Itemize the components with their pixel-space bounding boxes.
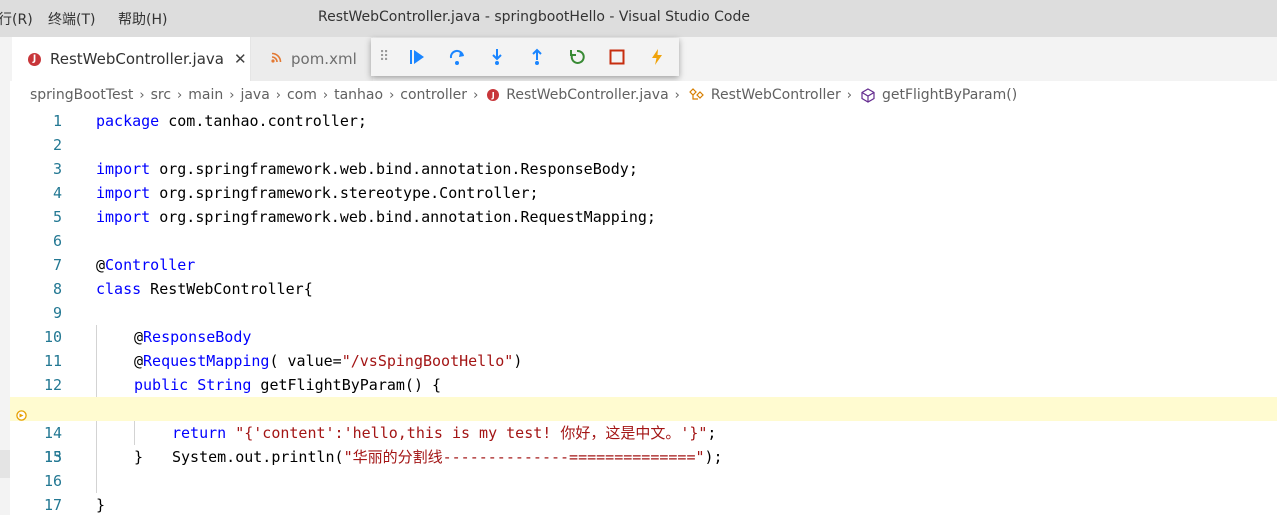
chevron-right-icon: › [846,87,852,103]
current-debug-line: 13 System.out.println("华丽的分割线------------… [10,397,1277,466]
debug-breakpoint-arrow-icon[interactable] [16,404,27,421]
line-number: 16 [43,472,62,490]
breadcrumb-item[interactable]: springBootTest [10,87,136,103]
hot-code-replace-icon[interactable] [637,38,677,76]
tab-restwebcontroller[interactable]: J RestWebController.java ✕ [12,37,251,81]
java-file-icon: J [28,52,41,66]
code-line: 16 [10,469,1277,493]
chevron-right-icon: › [322,87,329,103]
continue-icon[interactable] [397,38,437,76]
line-number: 4 [52,184,62,202]
line-number: 10 [43,328,62,346]
breadcrumb-item[interactable]: getFlightByParam() [879,87,1020,103]
chevron-right-icon: › [177,87,183,103]
code-line: 11 @RequestMapping( value="/vsSpingBootHe… [10,349,1277,373]
window-title: RestWebController.java - springbootHello… [318,9,750,25]
java-file-icon: J [487,89,500,101]
menu-terminal[interactable]: 终端(T) [48,9,95,29]
line-number: 8 [52,280,62,298]
line-number: 9 [52,304,62,322]
line-number: 12 [43,376,62,394]
class-symbol-icon [689,88,704,102]
line-number: 7 [52,256,62,274]
breadcrumb-item[interactable]: com [284,87,320,103]
code-line: 4 import org.springframework.stereotype.C… [10,181,1277,205]
step-out-icon[interactable] [517,38,557,76]
drag-grip-icon[interactable]: ⠿ [379,49,397,65]
breadcrumb: springBootTest › src › main › java › com › ta… [10,81,1277,109]
tab-pom-xml[interactable]: pom.xml [251,37,373,81]
chevron-right-icon: › [473,87,479,103]
tab-label: pom.xml [291,50,357,68]
chevron-right-icon: › [229,87,235,103]
menu-run[interactable]: 行(R) [0,9,33,29]
code-line: 1 package com.tanhao.controller; [10,109,1277,133]
breadcrumb-item[interactable]: tanhao [331,87,386,103]
chevron-right-icon: › [275,87,281,103]
step-over-icon[interactable] [437,38,477,76]
stop-icon[interactable] [597,38,637,76]
code-line: 9 [10,301,1277,325]
code-editor[interactable]: 1 package com.tanhao.controller; 2 3 impor… [10,109,1277,515]
line-number: 6 [52,232,62,250]
chevron-right-icon: › [389,87,395,103]
close-icon[interactable]: ✕ [234,50,247,68]
line-number: 14 [43,424,62,442]
title-bar: 行(R) 终端(T) 帮助(H) RestWebController.java … [0,0,1277,37]
code-line: 12 public String getFlightByParam() { [10,373,1277,397]
line-number: 17 [43,496,62,514]
side-marker [0,450,10,478]
code-line: 6 [10,229,1277,253]
line-number: 5 [52,208,62,226]
chevron-right-icon: › [139,87,145,103]
code-line: 17} [10,493,1277,517]
breadcrumb-item[interactable]: src [148,87,174,103]
line-number: 3 [52,160,62,178]
line-number: 15 [43,448,62,466]
debug-toolbar: ⠿ [371,38,679,76]
breadcrumb-item[interactable]: RestWebController.java [503,87,671,103]
code-line: 3 import org.springframework.web.bind.ann… [10,157,1277,181]
code-line: 7 @Controller [10,253,1277,277]
chevron-right-icon: › [674,87,680,103]
code-line: 14 return "{'content':'hello,this is my t… [10,421,1277,445]
breadcrumb-item[interactable]: controller [397,87,470,103]
code-line: 5 import org.springframework.web.bind.ann… [10,205,1277,229]
code-line: 15} [10,445,1277,469]
line-number: 1 [52,112,62,130]
line-number: 11 [43,352,62,370]
rss-xml-icon [271,52,282,67]
breadcrumb-item[interactable]: RestWebController [708,87,844,103]
menu-help[interactable]: 帮助(H) [118,9,167,29]
breadcrumb-item[interactable]: main [185,87,226,103]
code-line: 8 class RestWebController{ [10,277,1277,301]
step-into-icon[interactable] [477,38,517,76]
restart-icon[interactable] [557,38,597,76]
code-line: 10 @ResponseBody [10,325,1277,349]
code-line: 2 [10,133,1277,157]
breadcrumb-item[interactable]: java [237,87,272,103]
line-number: 2 [52,136,62,154]
method-symbol-icon [861,87,875,103]
tab-label: RestWebController.java [50,50,224,68]
